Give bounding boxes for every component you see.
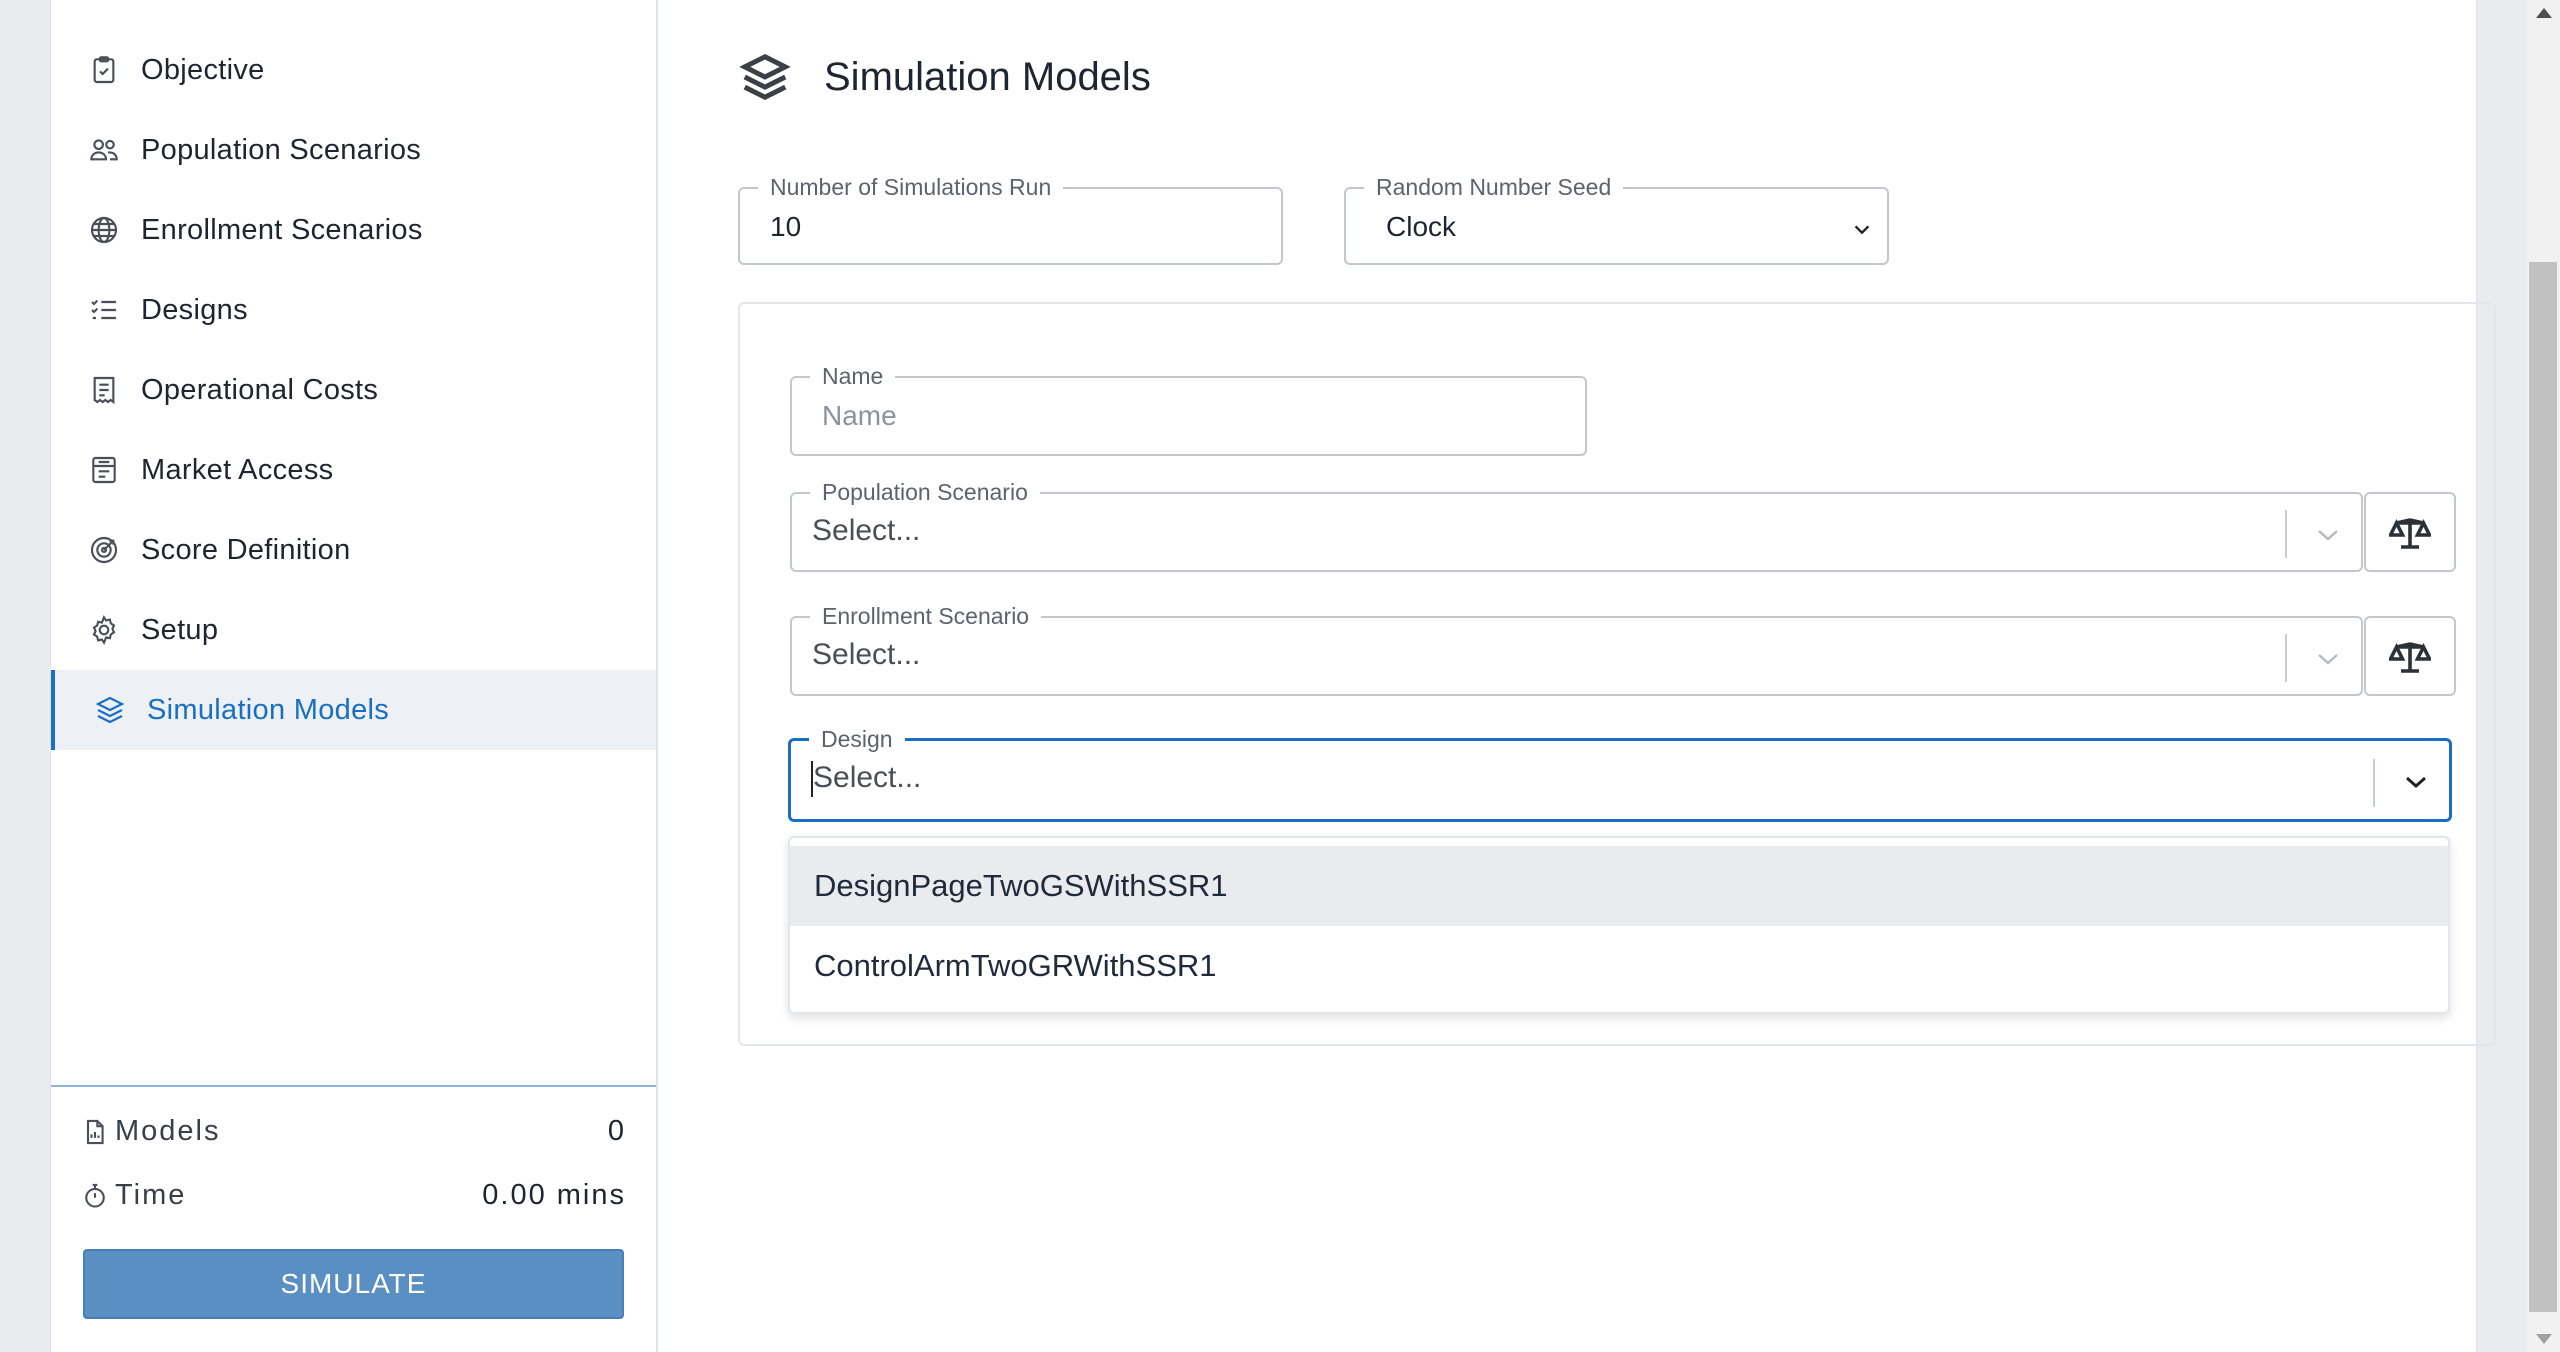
time-label: Time — [115, 1179, 187, 1211]
sidebar-nav: Objective Population Scenarios Enrollmen… — [51, 30, 656, 750]
models-value: 0 — [607, 1115, 626, 1147]
num-simulations-field[interactable]: Number of Simulations Run 10 — [738, 175, 1283, 265]
sidebar-item-label: Designs — [141, 293, 248, 326]
sidebar: Objective Population Scenarios Enrollmen… — [51, 0, 658, 1352]
design-input[interactable]: Select... — [813, 761, 921, 795]
sidebar-item-simulation-models[interactable]: Simulation Models — [51, 670, 656, 750]
sidebar-item-label: Operational Costs — [141, 373, 379, 406]
app-window: Objective Population Scenarios Enrollmen… — [50, 0, 2496, 1352]
chevron-down-icon[interactable] — [2315, 524, 2341, 551]
sidebar-item-market-access[interactable]: Market Access — [51, 430, 656, 510]
page-title: Simulation Models — [738, 50, 1151, 104]
random-seed-label: Random Number Seed — [1364, 175, 1624, 199]
select-separator — [2373, 759, 2375, 807]
stopwatch-icon — [85, 1183, 105, 1208]
page-scrollbar[interactable] — [2527, 0, 2560, 1352]
num-simulations-label: Number of Simulations Run — [758, 175, 1064, 199]
design-select[interactable]: Design Select... — [788, 727, 2452, 822]
target-icon — [87, 533, 121, 567]
sidebar-item-objective[interactable]: Objective — [51, 30, 656, 110]
enrollment-scenario-label: Enrollment Scenario — [810, 604, 1042, 628]
num-simulations-value[interactable]: 10 — [770, 211, 801, 243]
enrollment-compare-button[interactable] — [2364, 616, 2456, 696]
main-content: Simulation Models Number of Simulations … — [658, 0, 2496, 1352]
sidebar-item-label: Simulation Models — [147, 693, 390, 726]
models-stat: Models 0 — [81, 1115, 626, 1148]
sidebar-item-label: Setup — [141, 613, 219, 646]
form-icon — [87, 453, 121, 487]
sidebar-item-score-definition[interactable]: Score Definition — [51, 510, 656, 590]
population-scenario-value: Select... — [812, 514, 921, 547]
models-label: Models — [115, 1115, 221, 1147]
population-compare-button[interactable] — [2364, 492, 2456, 572]
layers-icon — [739, 53, 791, 101]
chevron-down-icon[interactable] — [2403, 771, 2429, 798]
sidebar-item-label: Score Definition — [141, 533, 351, 566]
random-seed-select[interactable]: Random Number Seed Clock — [1344, 175, 1889, 265]
scrollbar-thumb[interactable] — [2529, 262, 2557, 1312]
scroll-down-arrow[interactable] — [2536, 1334, 2552, 1344]
dropdown-option[interactable]: DesignPageTwoGSWithSSR1 — [790, 846, 2448, 926]
sidebar-item-enrollment-scenarios[interactable]: Enrollment Scenarios — [51, 190, 656, 270]
sidebar-item-population-scenarios[interactable]: Population Scenarios — [51, 110, 656, 190]
page-title-text: Simulation Models — [824, 54, 1151, 99]
sidebar-item-label: Objective — [141, 53, 265, 86]
random-seed-value: Clock — [1386, 211, 1457, 242]
layers-icon — [93, 693, 127, 727]
sidebar-footer: Models 0 Time 0.00 mins SIMULATE — [51, 1085, 656, 1352]
simulation-model-panel: Name Name Population Scenario Select... … — [738, 302, 2496, 1046]
receipt-icon — [87, 373, 121, 407]
time-value: 0.00 mins — [482, 1179, 626, 1211]
design-label: Design — [809, 727, 905, 751]
name-label: Name — [810, 364, 896, 388]
sidebar-item-operational-costs[interactable]: Operational Costs — [51, 350, 656, 430]
scroll-up-arrow[interactable] — [2536, 8, 2552, 18]
enrollment-scenario-value: Select... — [812, 638, 921, 671]
chevron-down-icon[interactable] — [2315, 648, 2341, 675]
select-separator — [2285, 634, 2287, 682]
name-field[interactable]: Name Name — [790, 364, 1587, 456]
sidebar-item-designs[interactable]: Designs — [51, 270, 656, 350]
population-scenario-label: Population Scenario — [810, 480, 1040, 504]
users-icon — [87, 133, 121, 167]
gear-icon — [87, 613, 121, 647]
list-check-icon — [87, 293, 121, 327]
enrollment-scenario-select[interactable]: Enrollment Scenario Select... — [790, 604, 2363, 696]
simulate-button[interactable]: SIMULATE — [83, 1249, 624, 1319]
population-scenario-select[interactable]: Population Scenario Select... — [790, 480, 2363, 572]
sidebar-item-label: Population Scenarios — [141, 133, 422, 166]
scale-balance-icon — [2389, 518, 2431, 549]
time-stat: Time 0.00 mins — [81, 1179, 626, 1212]
clipboard-check-icon — [87, 53, 121, 87]
design-dropdown-menu: DesignPageTwoGSWithSSR1 ControlArmTwoGRW… — [788, 836, 2450, 1014]
globe-icon — [87, 213, 121, 247]
scale-balance-icon — [2389, 642, 2431, 673]
sidebar-item-label: Market Access — [141, 453, 334, 486]
dropdown-option[interactable]: ControlArmTwoGRWithSSR1 — [790, 926, 2448, 1006]
file-icon — [86, 1119, 104, 1144]
select-separator — [2285, 510, 2287, 558]
name-input[interactable]: Name — [822, 400, 897, 432]
sidebar-item-label: Enrollment Scenarios — [141, 213, 423, 246]
chevron-down-icon — [1851, 219, 1873, 246]
sidebar-item-setup[interactable]: Setup — [51, 590, 656, 670]
